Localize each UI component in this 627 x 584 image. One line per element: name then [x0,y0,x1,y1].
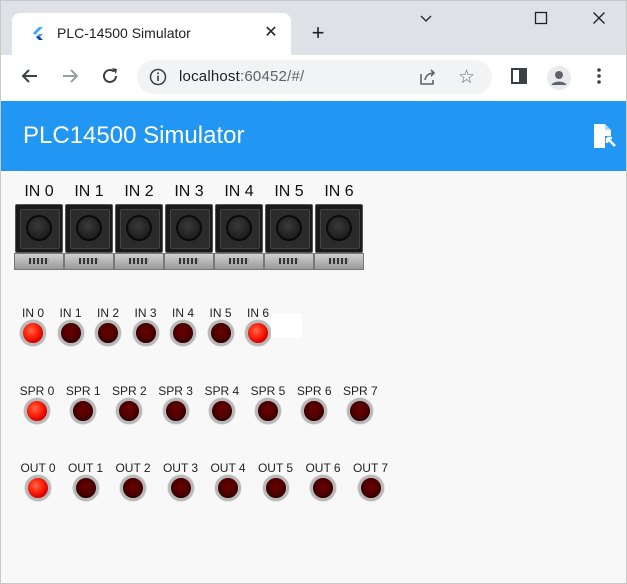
push-button-label: IN 4 [224,183,254,200]
push-button-label: IN 5 [274,183,304,200]
back-icon[interactable] [18,66,42,90]
led-bulb [170,320,196,346]
browser-window: PLC-14500 Simulator ✕ + localhost:60452/… [0,0,627,584]
side-panel-icon[interactable] [507,66,531,90]
minimize-icon[interactable] [414,11,438,31]
browser-tab[interactable]: PLC-14500 Simulator ✕ [12,13,291,55]
led-label: OUT 4 [210,461,246,475]
led-bulb [167,475,194,501]
open-file-icon[interactable] [591,123,617,149]
led-label: OUT 6 [305,461,341,475]
led-bulb [245,320,271,346]
new-tab-button[interactable]: + [306,21,330,45]
led-label: OUT 0 [20,461,56,475]
push-button-label: IN 0 [24,183,54,200]
push-button-body[interactable] [265,204,313,253]
led-bulb [255,398,281,424]
push-button-body[interactable] [115,204,163,253]
push-button-cap[interactable] [326,215,352,241]
led-bulb [310,475,336,501]
led-bulb [215,475,241,501]
menu-icon[interactable] [587,66,611,90]
push-button-cap[interactable] [176,215,202,241]
restore-icon[interactable] [529,11,553,31]
led-bulb [95,320,121,346]
led-bulb [208,398,235,424]
push-button-label: IN 2 [124,183,154,200]
led-bulb [162,398,189,424]
tab-strip: PLC-14500 Simulator ✕ + [1,1,626,55]
push-button-pins [14,253,64,270]
share-icon[interactable] [418,68,438,86]
app-bar: PLC14500 Simulator [1,101,626,171]
led-label: SPR 0 [19,384,55,398]
led-label: SPR 3 [158,384,193,398]
led-bulb [262,475,289,501]
led-bulb [70,398,97,424]
push-button-cap[interactable] [226,215,252,241]
push-button-body[interactable] [165,204,213,253]
push-button-cap[interactable] [276,215,302,241]
led-label: SPR 4 [204,384,240,398]
push-button-pins [114,253,164,270]
led-bulb [357,475,384,501]
led-label: SPR 1 [65,384,101,398]
profile-avatar-icon[interactable] [547,66,571,90]
flutter-icon [33,27,43,40]
tab-close-icon[interactable]: ✕ [262,24,280,42]
window-close-icon[interactable] [587,11,611,31]
push-button-body[interactable] [15,204,63,253]
led-bulb [132,320,159,346]
push-button-label: IN 6 [324,183,354,200]
blank-box [271,313,302,338]
url-text: localhost:60452/#/ [179,68,304,85]
led-label: OUT 7 [352,461,389,475]
led-label: SPR 5 [250,384,286,398]
led-bulb [207,320,234,346]
push-button-label: IN 1 [74,183,104,200]
push-button-pins [214,253,264,270]
led-bulb [301,398,328,424]
browser-toolbar: localhost:60452/#/ ☆ [1,55,626,102]
push-button-pins [264,253,314,270]
app-title: PLC14500 Simulator [23,122,245,149]
push-button-body[interactable] [315,204,363,253]
reload-icon[interactable] [98,66,122,90]
led-bulb [57,320,84,346]
url-host: localhost [179,68,241,85]
led-bulb [72,475,99,501]
led-bulb [120,475,146,501]
led-bulb [116,398,143,424]
led-bulb [25,475,51,501]
led-label: SPR 6 [296,384,332,398]
bookmark-star-icon[interactable]: ☆ [458,66,475,89]
push-button-cap[interactable] [126,215,152,241]
led-label: OUT 3 [162,461,199,475]
led-label: OUT 1 [67,461,104,475]
push-button-pins [314,253,364,270]
led-label: OUT 2 [115,461,151,475]
push-button-cap[interactable] [26,215,52,241]
led-bulb [20,320,46,346]
push-button-cap[interactable] [76,215,102,241]
push-button-body[interactable] [65,204,113,253]
led-bulb [347,398,374,424]
led-label: SPR 7 [343,384,378,398]
led-label: OUT 5 [257,461,294,475]
tab-title: PLC-14500 Simulator [57,25,191,41]
push-button-pins [164,253,214,270]
url-path: :60452/#/ [240,68,305,85]
site-info-icon[interactable] [149,68,167,86]
push-button-body[interactable] [215,204,263,253]
simulator-panel: IN 0 IN 1 IN 2 IN 3 IN 4 IN 5 IN 6 IN 0 IN 1 IN … [1,171,626,583]
led-label: SPR 2 [112,384,147,398]
led-bulb [24,398,50,424]
push-button-pins [64,253,114,270]
forward-icon[interactable] [58,66,82,90]
push-button-label: IN 3 [174,183,204,200]
address-bar[interactable]: localhost:60452/#/ ☆ [137,60,492,94]
